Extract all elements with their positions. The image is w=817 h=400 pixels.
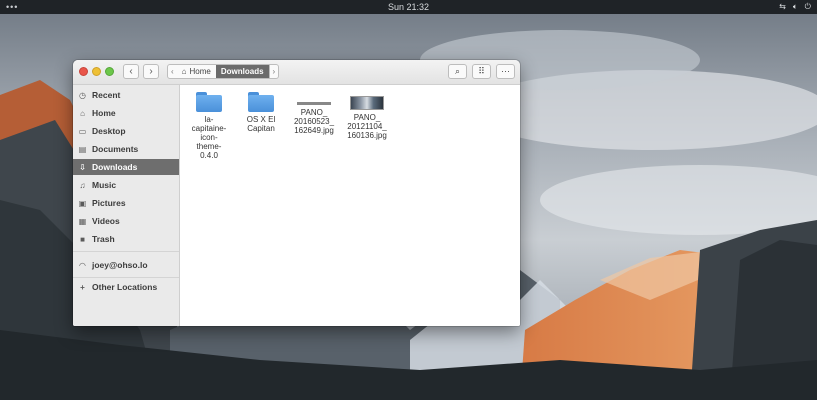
path-bar: ‹ ⌂ Home Downloads › <box>167 64 280 79</box>
folder-icon <box>248 92 274 112</box>
window-controls <box>79 67 114 76</box>
file-manager-window: ‹ › ‹ ⌂ Home Downloads › ⌕ ⠿ ··· ◷ Recen… <box>73 60 520 326</box>
more-icon: ··· <box>501 66 510 76</box>
desktop-icon: ▭ <box>78 126 87 136</box>
sidebar: ◷ Recent ⌂ Home ▭ Desktop ▤ Documents ⇩ … <box>73 85 180 326</box>
maximize-button[interactable] <box>105 67 114 76</box>
network-icon[interactable]: ⇆ <box>779 0 786 14</box>
clock[interactable]: Sun 21:32 <box>0 0 817 14</box>
volume-icon[interactable]: 🔈︎ <box>793 0 798 14</box>
image-thumbnail <box>297 102 331 105</box>
search-icon: ⌕ <box>454 66 461 76</box>
sidebar-separator <box>73 251 179 252</box>
music-icon: ♫ <box>79 180 86 190</box>
network-share-icon: ◠ <box>79 260 86 270</box>
file-name: la- capitaine- icon- theme- 0.4.0 <box>191 115 227 160</box>
sidebar-item-network-share[interactable]: ◠ joey@ohso.lo <box>73 257 179 273</box>
file-item[interactable]: OS X El Capitan <box>234 90 288 133</box>
trash-icon: ■ <box>80 234 85 244</box>
plus-icon: + <box>80 282 85 292</box>
minimize-button[interactable] <box>92 67 101 76</box>
chevron-right-icon: › <box>149 66 153 77</box>
sidebar-item-home[interactable]: ⌂ Home <box>73 105 179 121</box>
path-item-home[interactable]: ⌂ Home <box>177 65 216 78</box>
sidebar-item-trash[interactable]: ■ Trash <box>73 231 179 247</box>
home-icon: ⌂ <box>80 108 85 118</box>
grid-view-icon: ⠿ <box>478 66 485 76</box>
sidebar-item-videos[interactable]: ▦ Videos <box>73 213 179 229</box>
folder-icon <box>196 92 222 112</box>
sidebar-item-desktop[interactable]: ▭ Desktop <box>73 123 179 139</box>
search-button[interactable]: ⌕ <box>448 64 467 79</box>
sidebar-item-downloads[interactable]: ⇩ Downloads <box>73 159 179 175</box>
videos-icon: ▦ <box>78 216 87 226</box>
close-button[interactable] <box>79 67 88 76</box>
sidebar-item-pictures[interactable]: ▣ Pictures <box>73 195 179 211</box>
file-name: OS X El Capitan <box>246 115 276 133</box>
path-scroll-left[interactable]: ‹ <box>168 65 177 78</box>
chevron-right-icon: › <box>272 67 276 76</box>
back-button[interactable]: ‹ <box>123 64 139 79</box>
file-name: PANO_ 20121104_ 160136.jpg <box>347 113 387 140</box>
power-icon[interactable]: ⏻ <box>805 0 811 14</box>
more-button[interactable]: ··· <box>496 64 515 79</box>
file-name: PANO_ 20160523_ 162649.jpg <box>293 108 335 135</box>
sidebar-separator <box>73 277 179 278</box>
sidebar-item-other-locations[interactable]: + Other Locations <box>73 279 179 295</box>
sidebar-item-documents[interactable]: ▤ Documents <box>73 141 179 157</box>
sidebar-item-recent[interactable]: ◷ Recent <box>73 87 179 103</box>
top-panel: ••• Sun 21:32 ⇆ 🔈︎ ⏻ <box>0 0 817 14</box>
chevron-left-icon: ‹ <box>171 67 174 76</box>
file-item[interactable]: PANO_ 20121104_ 160136.jpg <box>340 90 394 140</box>
clock-icon: ◷ <box>79 90 86 100</box>
file-item[interactable]: PANO_ 20160523_ 162649.jpg <box>287 90 341 135</box>
forward-button[interactable]: › <box>143 64 159 79</box>
documents-icon: ▤ <box>78 144 87 154</box>
system-tray: ⇆ 🔈︎ ⏻ <box>779 0 811 14</box>
path-scroll-right[interactable]: › <box>268 65 279 78</box>
home-icon: ⌂ <box>181 67 187 76</box>
file-view: la- capitaine- icon- theme- 0.4.0 OS X E… <box>180 85 520 326</box>
path-item-downloads[interactable]: Downloads <box>215 65 269 78</box>
sidebar-item-music[interactable]: ♫ Music <box>73 177 179 193</box>
download-icon: ⇩ <box>79 162 86 172</box>
pictures-icon: ▣ <box>78 198 87 208</box>
chevron-left-icon: ‹ <box>129 66 133 77</box>
image-thumbnail <box>350 96 384 110</box>
view-button[interactable]: ⠿ <box>472 64 491 79</box>
header-bar: ‹ › ‹ ⌂ Home Downloads › ⌕ ⠿ ··· <box>73 60 520 85</box>
file-item[interactable]: la- capitaine- icon- theme- 0.4.0 <box>182 90 236 160</box>
